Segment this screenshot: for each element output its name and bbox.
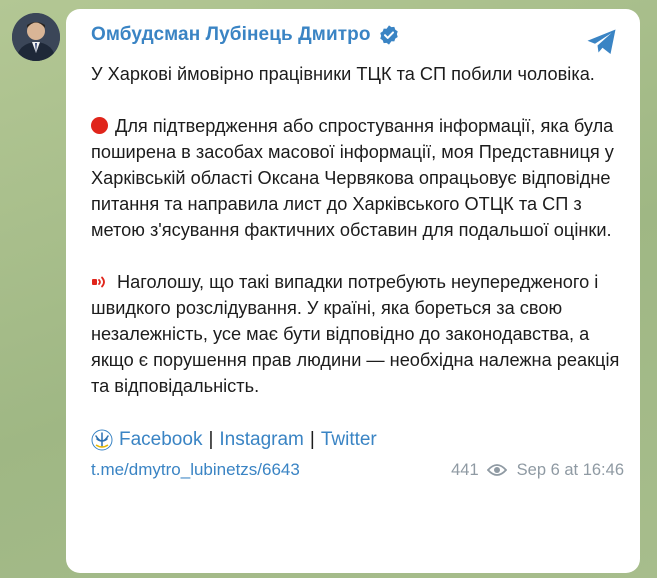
loudspeaker-icon <box>92 276 105 288</box>
channel-avatar[interactable] <box>12 13 60 61</box>
post-date: Sep 6 at 16:46 <box>516 460 624 479</box>
message-bubble: Омбудсман Лубінець Дмитро У Харкові ймов… <box>66 9 640 573</box>
message-footer: t.me/dmytro_lubinetzs/6643 441 Sep 6 at … <box>91 460 624 480</box>
message-header: Омбудсман Лубінець Дмитро <box>91 21 624 49</box>
red-circle-icon <box>91 117 108 134</box>
paragraph-3-text: Наголошу, що такі випадки потребують неу… <box>91 272 620 396</box>
avatar-portrait-icon <box>12 13 60 61</box>
separator-2: | <box>309 429 315 450</box>
channel-name[interactable]: Омбудсман Лубінець Дмитро <box>91 24 371 46</box>
verified-badge-icon <box>379 25 398 45</box>
facebook-link[interactable]: Facebook <box>119 429 202 451</box>
social-links: Facebook | Instagram | Twitter <box>91 429 624 451</box>
ombudsman-emblem-icon <box>91 429 113 451</box>
instagram-link[interactable]: Instagram <box>219 429 303 451</box>
telegram-share-icon[interactable] <box>586 28 618 56</box>
twitter-link[interactable]: Twitter <box>321 429 377 451</box>
message-paragraph-2: Для підтвердження або спростування інфор… <box>91 113 624 243</box>
paragraph-2-text: Для підтвердження або спростування інфор… <box>91 116 614 240</box>
post-meta: 441 Sep 6 at 16:46 <box>451 461 624 480</box>
message-paragraph-3: Наголошу, що такі випадки потребують неу… <box>91 269 624 399</box>
eye-icon <box>486 464 507 476</box>
separator-1: | <box>208 429 214 450</box>
post-link[interactable]: t.me/dmytro_lubinetzs/6643 <box>91 460 300 480</box>
view-count: 441 <box>451 460 479 479</box>
message-paragraph-1: У Харкові ймовірно працівники ТЦК та СП … <box>91 64 595 84</box>
